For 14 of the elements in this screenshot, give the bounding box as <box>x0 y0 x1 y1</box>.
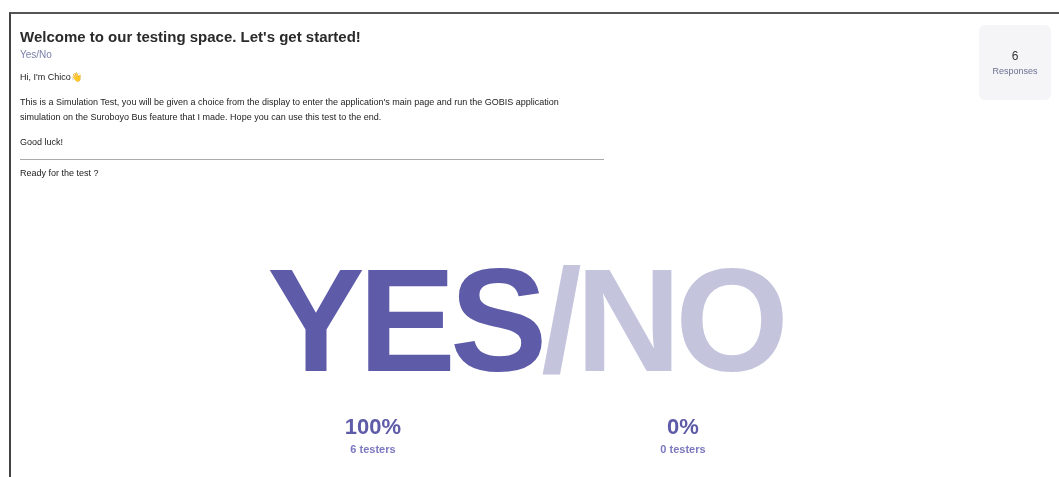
description-text: Good luck! <box>20 136 65 149</box>
question-title: Welcome to our testing space. Let's get started! <box>20 28 362 45</box>
question-type: Yes/No <box>20 49 53 60</box>
responses-label: Responses <box>992 66 1038 76</box>
answer-percent: 0% <box>667 414 699 440</box>
answer-testers: 6 testers <box>350 443 396 455</box>
answer-word: /NO <box>541 248 783 394</box>
answer-testers: 0 testers <box>660 443 706 455</box>
answer-word: YES <box>267 248 542 394</box>
answer-percent: 100% <box>344 414 402 440</box>
question-prompt: Ready for the test ? <box>20 168 100 178</box>
description-text: This is a Simulation Test, you will be given a choice from the display to enter the application's main page and run the GOBIS application simulation on the Suroboyo Bus feature that I made. Hope you can use this test to the end. <box>20 96 560 124</box>
description-text: Hi, I'm Chico👋 <box>20 71 83 84</box>
responses-count: 6 <box>1011 49 1019 63</box>
